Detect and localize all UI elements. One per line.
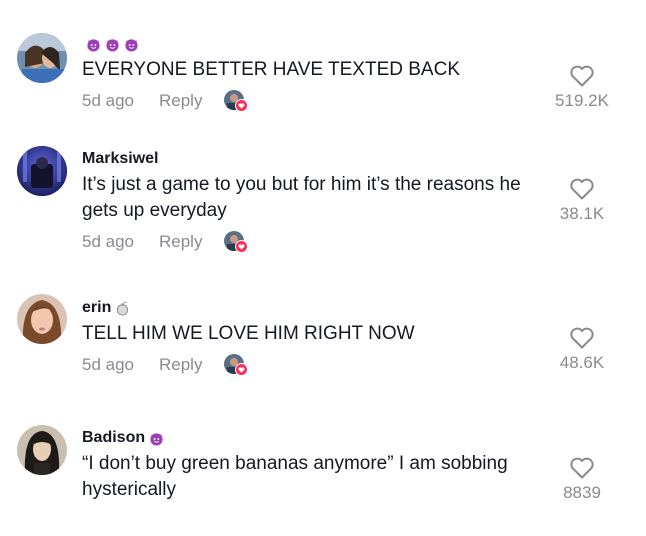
reply-button[interactable]: Reply <box>159 232 202 252</box>
avatar-image <box>17 33 67 83</box>
comment-meta: 5d ago Reply <box>82 230 542 254</box>
avatar[interactable] <box>17 33 67 83</box>
like-area: 519.2K <box>542 64 622 112</box>
creator-liked-badge <box>224 231 249 253</box>
heart-badge-icon <box>235 240 249 253</box>
like-count: 48.6K <box>559 353 605 372</box>
username[interactable]: erin <box>82 298 542 318</box>
devil-emoji-icon <box>125 38 138 52</box>
like-count: 519.2K <box>555 91 609 110</box>
like-count: 38.1K <box>559 204 605 223</box>
reply-button[interactable]: Reply <box>159 91 202 111</box>
comment-text: TELL HIM WE LOVE HIM RIGHT NOW <box>82 323 415 344</box>
comment-age: 5d ago <box>82 355 134 374</box>
devil-emoji-icon <box>87 38 100 52</box>
like-heart-icon[interactable] <box>569 326 595 350</box>
like-heart-icon[interactable] <box>569 456 595 480</box>
like-area: 38.1K <box>542 177 622 225</box>
comment-age: 5d ago <box>82 232 134 251</box>
comment-text: EVERYONE BETTER HAVE TEXTED BACK <box>82 59 460 80</box>
username[interactable] <box>82 34 542 54</box>
avatar[interactable] <box>17 294 67 344</box>
avatar-image <box>17 425 67 475</box>
username-text[interactable]: Marksiwel <box>82 149 158 169</box>
comment-meta: 5d ago Reply <box>82 89 542 113</box>
bomb-emoji-icon <box>117 301 129 316</box>
comment-text: It’s just a game to you but for him it’s… <box>82 174 521 221</box>
avatar[interactable] <box>17 146 67 196</box>
comment-text: “I don’t buy green bananas anymore” I am… <box>82 453 508 500</box>
like-heart-icon[interactable] <box>569 177 595 201</box>
devil-emoji-icon <box>150 432 163 446</box>
username-text[interactable]: erin <box>82 298 111 318</box>
heart-badge-icon <box>235 363 249 376</box>
heart-badge-icon <box>235 99 249 112</box>
username-text[interactable]: Badison <box>82 428 145 448</box>
like-area: 8839 <box>542 456 622 504</box>
comment-age: 5d ago <box>82 91 134 110</box>
like-heart-icon[interactable] <box>569 64 595 88</box>
avatar[interactable] <box>17 425 67 475</box>
like-count: 8839 <box>563 483 601 502</box>
devil-emoji-icon <box>106 38 119 52</box>
username[interactable]: Marksiwel <box>82 149 542 169</box>
like-area: 48.6K <box>542 326 622 374</box>
creator-liked-badge <box>224 90 249 112</box>
comment-meta: 5d ago Reply <box>82 353 542 377</box>
creator-liked-badge <box>224 354 249 376</box>
avatar-image <box>17 294 67 344</box>
reply-button[interactable]: Reply <box>159 355 202 375</box>
avatar-image <box>17 146 67 196</box>
username[interactable]: Badison <box>82 428 542 448</box>
